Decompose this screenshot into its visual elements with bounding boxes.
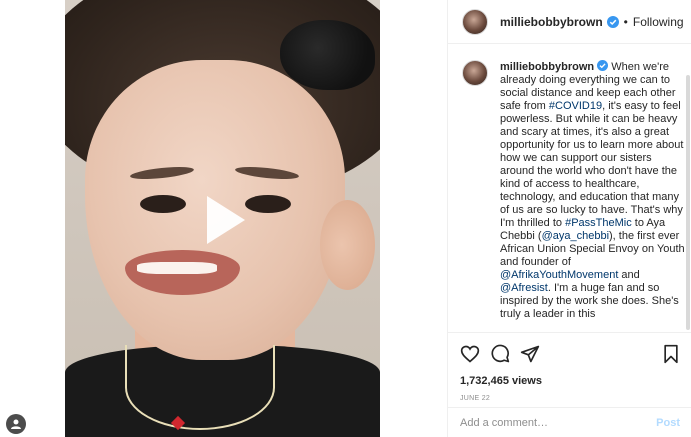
media-stage — [0, 0, 447, 437]
caption-part: and — [618, 269, 640, 281]
post-header: milliebobbybrown • Following — [448, 0, 691, 44]
caption-area: milliebobbybrown When we're already doin… — [448, 60, 691, 332]
views-count[interactable]: 1,732,465 views — [460, 375, 680, 387]
verified-badge-icon — [597, 60, 609, 71]
caption-part: , it's easy to feel powerless. But while… — [500, 100, 684, 229]
hashtag-link[interactable]: #PassTheMic — [565, 217, 632, 229]
bookmark-icon[interactable] — [662, 344, 680, 364]
mention-link[interactable]: @aya_chebbi — [542, 230, 609, 242]
play-icon[interactable] — [193, 190, 253, 250]
caption-username[interactable]: milliebobbybrown — [500, 61, 594, 73]
following-button[interactable]: Following — [633, 15, 684, 29]
mention-link[interactable]: @AfrikaYouthMovement — [500, 269, 618, 281]
avatar[interactable] — [462, 8, 488, 35]
username-link[interactable]: milliebobbybrown — [500, 15, 603, 29]
caption-text: milliebobbybrown When we're already doin… — [500, 60, 688, 321]
heart-icon[interactable] — [460, 344, 480, 364]
separator-dot: • — [623, 14, 628, 29]
user-icon — [11, 419, 21, 429]
video-brow — [234, 164, 300, 182]
verified-badge-icon — [606, 15, 619, 28]
video-ear — [320, 200, 375, 290]
comment-bar: Post — [448, 407, 691, 437]
caption-row: milliebobbybrown When we're already doin… — [462, 60, 691, 321]
post-actions: 1,732,465 views JUNE 22 — [448, 332, 691, 402]
share-icon[interactable] — [520, 344, 540, 364]
comment-input[interactable] — [460, 416, 657, 429]
action-icons — [460, 343, 680, 365]
video-teeth — [137, 262, 217, 274]
video-necklace — [125, 345, 275, 430]
caption-scrollbar[interactable] — [686, 75, 690, 330]
post-comment-button[interactable]: Post — [656, 417, 680, 429]
avatar[interactable] — [462, 60, 488, 86]
hashtag-link[interactable]: #COVID19 — [549, 100, 602, 112]
tagged-user-button[interactable] — [6, 414, 26, 434]
post-side-panel: milliebobbybrown • Following milliebobby… — [447, 0, 691, 437]
mention-link[interactable]: @Afresist — [500, 282, 548, 294]
video-scrunchie — [280, 20, 375, 90]
comment-icon[interactable] — [490, 344, 510, 364]
post-date[interactable]: JUNE 22 — [460, 395, 680, 402]
video-brow — [129, 164, 195, 182]
video-eye — [140, 195, 186, 213]
